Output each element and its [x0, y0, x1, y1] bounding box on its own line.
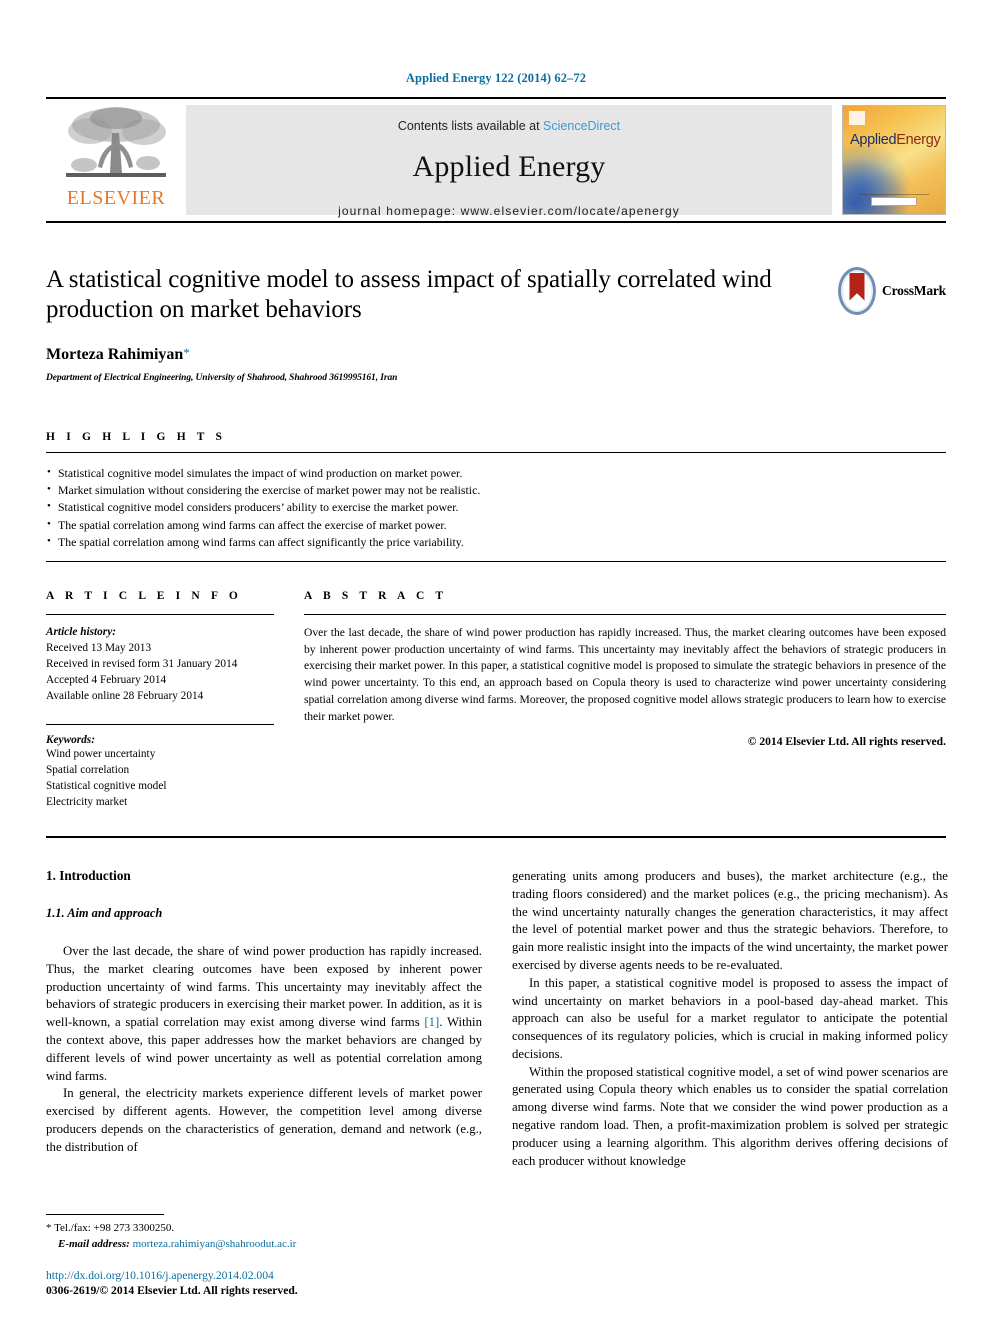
highlights-section: H I G H L I G H T S Statistical cognitiv…: [46, 431, 946, 562]
keywords-block: Keywords: Wind power uncertainty Spatial…: [46, 723, 274, 810]
paragraph-text-before: Over the last decade, the share of wind …: [46, 944, 482, 1030]
corresponding-author-footnote: * Tel./fax: +98 273 3300250. E-mail addr…: [46, 1214, 482, 1253]
info-abstract-section: A R T I C L E I N F O Article history: R…: [46, 590, 946, 810]
footnote-marker: *: [46, 1222, 52, 1235]
keyword-item: Statistical cognitive model: [46, 779, 167, 792]
author-label: Morteza Rahimiyan: [46, 345, 184, 363]
subsection-heading: 1.1. Aim and approach: [46, 906, 163, 921]
paragraph: generating units among producers and bus…: [512, 869, 948, 972]
journal-homepage[interactable]: journal homepage: www.elsevier.com/locat…: [338, 204, 680, 218]
article-info-heading: A R T I C L E I N F O: [46, 589, 242, 602]
keywords-rule: [46, 723, 274, 725]
article-info-column: A R T I C L E I N F O Article history: R…: [46, 590, 274, 810]
article-history-block: Article history: Received 13 May 2013 Re…: [46, 624, 274, 704]
page-footer: http://dx.doi.org/10.1016/j.apenergy.201…: [46, 1268, 506, 1299]
keyword-item: Spatial correlation: [46, 763, 130, 776]
history-item: Accepted 4 February 2014: [46, 673, 167, 686]
article-history-title: Article history:: [46, 625, 116, 638]
footnote-tel-line: * Tel./fax: +98 273 3300250.: [46, 1221, 482, 1237]
highlights-list: Statistical cognitive model simulates th…: [46, 463, 946, 552]
list-item: Statistical cognitive model simulates th…: [46, 463, 946, 482]
crossmark-ribbon-icon: [849, 272, 865, 301]
journal-masthead: ELSEVIER Contents lists available at Sci…: [46, 96, 946, 223]
body-column-right: generating units among producers and bus…: [512, 868, 948, 1170]
masthead-center: Contents lists available at ScienceDirec…: [186, 104, 832, 218]
cover-title-applied: Applied: [850, 131, 897, 148]
keywords-list: Wind power uncertainty Spatial correlati…: [46, 746, 274, 810]
list-item: Statistical cognitive model considers pr…: [46, 498, 946, 516]
cover-elsevier-mark-icon: [849, 110, 865, 125]
cover-title: AppliedEnergy: [850, 131, 941, 148]
abstract-copyright: © 2014 Elsevier Ltd. All rights reserved…: [747, 734, 946, 748]
author-name: Morteza Rahimiyan*: [46, 345, 946, 364]
body-columns: 1. Introduction 1.1. Aim and approach Ov…: [46, 868, 948, 1170]
crossmark-badge[interactable]: CrossMark: [838, 266, 946, 315]
abstract-rule: [304, 613, 946, 615]
highlights-bottom-rule: [46, 560, 946, 562]
journal-name: Applied Energy: [412, 149, 606, 183]
paragraph: Over the last decade, the share of wind …: [46, 943, 482, 1085]
abstract-text: Over the last decade, the share of wind …: [304, 625, 946, 723]
footnote-tel: Tel./fax: +98 273 3300250.: [54, 1222, 175, 1235]
doi-link[interactable]: http://dx.doi.org/10.1016/j.apenergy.201…: [46, 1268, 506, 1284]
footnote-email-link[interactable]: morteza.rahimiyan@shahroodut.ac.ir: [133, 1238, 297, 1250]
issn-copyright-line: 0306-2619/© 2014 Elsevier Ltd. All right…: [46, 1284, 298, 1298]
footnote-email-label: E-mail address:: [58, 1238, 130, 1251]
corresponding-author-marker: *: [183, 344, 190, 360]
keywords-title: Keywords:: [46, 733, 95, 746]
keyword-item: Electricity market: [46, 796, 128, 809]
list-item: The spatial correlation among wind farms…: [46, 516, 946, 534]
sciencedirect-link[interactable]: ScienceDirect: [543, 119, 620, 133]
history-item: Received 13 May 2013: [46, 641, 152, 654]
elsevier-tree-icon: [66, 106, 166, 177]
highlights-heading: H I G H L I G H T S: [46, 430, 227, 443]
running-head: Applied Energy 122 (2014) 62–72: [405, 71, 587, 85]
cover-footer-strip: [859, 193, 929, 207]
paragraph-text: In general, the electricity markets expe…: [46, 1086, 482, 1154]
list-item: The spatial correlation among wind farms…: [46, 533, 946, 551]
highlights-top-rule: [46, 451, 946, 453]
author-affiliation: Department of Electrical Engineering, Un…: [46, 372, 398, 383]
elsevier-logo: ELSEVIER: [46, 99, 186, 221]
keyword-item: Wind power uncertainty: [46, 747, 156, 760]
reference-link[interactable]: [1]: [424, 1015, 439, 1029]
cover-title-energy: Energy: [896, 131, 941, 148]
article-info-rule: [46, 613, 274, 615]
paragraph: Within the proposed statistical cognitiv…: [512, 1064, 948, 1168]
list-item: Market simulation without considering th…: [46, 481, 946, 499]
footnote-rule: [46, 1214, 164, 1216]
crossmark-label: CrossMark: [882, 282, 946, 298]
body-column-left: 1. Introduction 1.1. Aim and approach Ov…: [46, 868, 482, 1170]
page-title: A statistical cognitive model to assess …: [46, 265, 772, 323]
history-item: Available online 28 February 2014: [46, 689, 204, 702]
contents-lists-line: Contents lists available at ScienceDirec…: [398, 119, 620, 133]
history-item: Received in revised form 31 January 2014: [46, 657, 238, 670]
body-separator-rule: [46, 836, 946, 839]
paragraph: In general, the electricity markets expe…: [46, 1085, 482, 1156]
abstract-heading: A B S T R A C T: [304, 589, 448, 602]
footnote-email-line: E-mail address: morteza.rahimiyan@shahro…: [46, 1237, 482, 1253]
journal-cover-thumbnail: AppliedEnergy: [842, 104, 946, 215]
elsevier-wordmark: ELSEVIER: [66, 186, 166, 209]
article-page: Applied Energy 122 (2014) 62–72 ELSEVIER…: [0, 0, 992, 1323]
paragraph: In this paper, a statistical cognitive m…: [512, 975, 948, 1061]
abstract-column: A B S T R A C T Over the last decade, th…: [304, 590, 946, 810]
title-block: A statistical cognitive model to assess …: [46, 265, 946, 383]
crossmark-logo-icon: [838, 266, 877, 315]
contents-prefix: Contents lists available at: [397, 118, 540, 133]
cover-footer-box: [871, 196, 917, 206]
section-heading: 1. Introduction: [46, 868, 131, 884]
